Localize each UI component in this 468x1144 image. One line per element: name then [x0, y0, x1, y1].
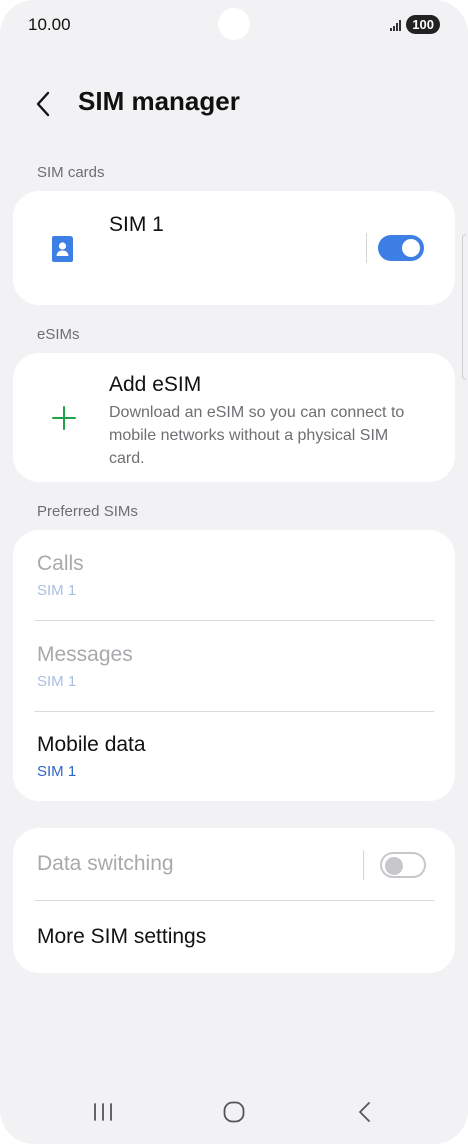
separator	[363, 850, 364, 880]
sim-card-icon	[52, 236, 73, 262]
data-switching-toggle[interactable]	[380, 852, 426, 878]
add-esim-title: Add eSIM	[109, 373, 202, 396]
recent-apps-icon	[94, 1103, 112, 1121]
row-messages[interactable]: Messages SIM 1	[13, 621, 455, 711]
messages-value: SIM 1	[37, 673, 77, 690]
phone-screen: 10.00 100 SIM manager SIM cards SIM 1 eS…	[0, 0, 468, 1144]
camera-cutout	[218, 8, 250, 40]
row-more-sim-settings[interactable]: More SIM settings	[13, 901, 455, 973]
calls-label: Calls	[37, 552, 84, 575]
section-label-esims: eSIMs	[37, 326, 80, 343]
back-icon	[359, 1102, 370, 1122]
row-mobile-data[interactable]: Mobile data SIM 1	[13, 712, 455, 801]
add-esim-card[interactable]: Add eSIM Download an eSIM so you can con…	[13, 353, 455, 482]
toggle-knob	[402, 239, 420, 257]
separator	[366, 233, 367, 263]
data-switching-label: Data switching	[37, 852, 174, 875]
section-label-preferred-sims: Preferred SIMs	[37, 503, 138, 520]
back-button[interactable]	[26, 86, 62, 122]
toggle-knob	[385, 857, 403, 875]
signal-icon	[390, 19, 402, 31]
status-bar: 10.00 100	[0, 0, 468, 52]
status-icons: 100	[390, 15, 440, 34]
section-label-sim-cards: SIM cards	[37, 164, 105, 181]
add-esim-description: Download an eSIM so you can connect to m…	[109, 404, 405, 467]
sim-name: SIM 1	[109, 213, 164, 236]
row-data-switching[interactable]: Data switching	[13, 828, 455, 900]
page-title: SIM manager	[78, 86, 240, 116]
mobile-data-label: Mobile data	[37, 733, 146, 756]
plus-icon	[52, 406, 76, 430]
recent-apps-button[interactable]	[83, 1094, 123, 1130]
sim-toggle[interactable]	[378, 235, 424, 261]
header: SIM manager	[0, 78, 468, 128]
messages-label: Messages	[37, 643, 133, 666]
back-nav-button[interactable]	[345, 1094, 385, 1130]
mobile-data-value: SIM 1	[37, 763, 77, 780]
battery-badge: 100	[406, 15, 440, 34]
navigation-bar	[0, 1080, 468, 1144]
status-time: 10.00	[28, 15, 71, 34]
preferred-sims-card: Calls SIM 1 Messages SIM 1 Mobile data S…	[13, 530, 455, 801]
row-calls[interactable]: Calls SIM 1	[13, 530, 455, 620]
chevron-left-icon	[36, 91, 50, 117]
home-icon	[223, 1101, 245, 1123]
more-settings-card: Data switching More SIM settings	[13, 828, 455, 973]
more-sim-settings-label: More SIM settings	[37, 925, 207, 948]
calls-value: SIM 1	[37, 582, 77, 599]
home-button[interactable]	[214, 1094, 254, 1130]
sim-card-card[interactable]: SIM 1	[13, 191, 455, 305]
scrollbar[interactable]	[462, 234, 466, 380]
